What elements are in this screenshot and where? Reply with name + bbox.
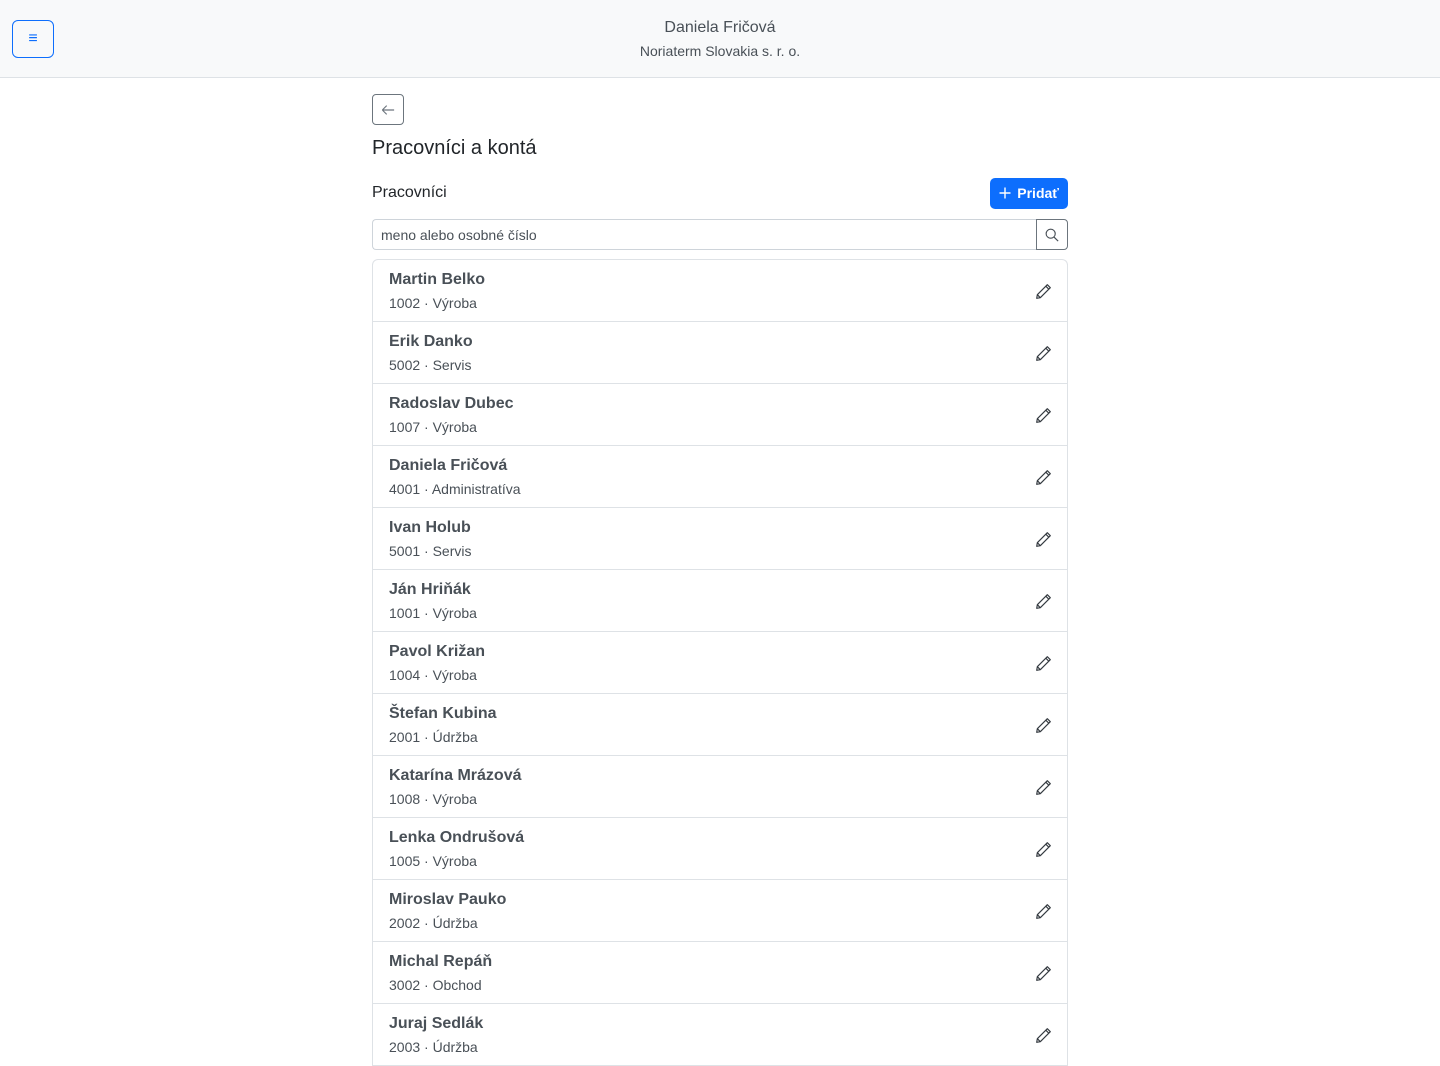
worker-name: Pavol Križan: [389, 643, 486, 660]
search-button[interactable]: [1036, 219, 1068, 250]
search-input[interactable]: [372, 219, 1036, 250]
edit-icon[interactable]: [1033, 715, 1053, 735]
worker-details: 1001 · Výroba: [389, 605, 477, 621]
worker-details: 1005 · Výroba: [389, 853, 477, 869]
workers-list: Martin Belko 1002 · Výroba Erik Danko 50…: [372, 259, 1068, 1066]
edit-icon[interactable]: [1033, 281, 1053, 301]
worker-details: 5002 · Servis: [389, 357, 472, 373]
worker-name: Erik Danko: [389, 333, 473, 350]
user-name: Daniela Fričová: [664, 19, 776, 36]
list-item[interactable]: Štefan Kubina 2001 · Údržba: [373, 694, 1067, 756]
worker-name: Juraj Sedlák: [389, 1015, 484, 1032]
company-name: Noriaterm Slovakia s. r. o.: [639, 43, 801, 59]
list-item[interactable]: Miroslav Pauko 2002 · Údržba: [373, 880, 1067, 942]
add-worker-button[interactable]: Pridať: [990, 177, 1068, 209]
list-item[interactable]: Ján Hriňák 1001 · Výroba: [373, 570, 1067, 632]
worker-name: Ján Hriňák: [389, 581, 471, 598]
list-item[interactable]: Martin Belko 1002 · Výroba: [373, 260, 1067, 322]
edit-icon[interactable]: [1033, 777, 1053, 797]
user-info: Daniela Fričová Noriaterm Slovakia s. r.…: [0, 17, 1440, 62]
edit-icon[interactable]: [1033, 653, 1053, 673]
list-item[interactable]: Juraj Sedlák 2003 · Údržba: [373, 1004, 1067, 1066]
plus-icon: [999, 187, 1011, 199]
section-title: Pracovníci: [372, 184, 447, 201]
worker-name: Lenka Ondrušová: [389, 829, 525, 846]
worker-details: 1007 · Výroba: [389, 419, 477, 435]
worker-name: Martin Belko: [389, 271, 486, 288]
worker-name: Ivan Holub: [389, 519, 471, 536]
back-button[interactable]: [372, 94, 404, 125]
arrow-left-icon: [381, 104, 395, 115]
worker-details: 1008 · Výroba: [389, 791, 477, 807]
top-navbar: ≡ Daniela Fričová Noriaterm Slovakia s. …: [0, 0, 1440, 78]
edit-icon[interactable]: [1033, 405, 1053, 425]
list-item[interactable]: Katarína Mrázová 1008 · Výroba: [373, 756, 1067, 818]
edit-icon[interactable]: [1033, 591, 1053, 611]
search-bar: [372, 219, 1068, 250]
list-item[interactable]: Michal Repáň 3002 · Obchod: [373, 942, 1067, 1004]
edit-icon[interactable]: [1033, 963, 1053, 983]
worker-details: 1002 · Výroba: [389, 295, 477, 311]
edit-icon[interactable]: [1033, 467, 1053, 487]
edit-icon[interactable]: [1033, 901, 1053, 921]
worker-details: 5001 · Servis: [389, 543, 472, 559]
worker-name: Daniela Fričová: [389, 457, 508, 474]
edit-icon[interactable]: [1033, 839, 1053, 859]
list-item[interactable]: Pavol Križan 1004 · Výroba: [373, 632, 1067, 694]
list-item[interactable]: Lenka Ondrušová 1005 · Výroba: [373, 818, 1067, 880]
list-item[interactable]: Erik Danko 5002 · Servis: [373, 322, 1067, 384]
list-item[interactable]: Daniela Fričová 4001 · Administratíva: [373, 446, 1067, 508]
edit-icon[interactable]: [1033, 343, 1053, 363]
worker-name: Michal Repáň: [389, 953, 493, 970]
search-icon: [1045, 228, 1059, 242]
edit-icon[interactable]: [1033, 1025, 1053, 1045]
edit-icon[interactable]: [1033, 529, 1053, 549]
worker-name: Miroslav Pauko: [389, 891, 507, 908]
worker-details: 2003 · Údržba: [389, 1039, 478, 1055]
main-content: Pracovníci a kontá Pracovníci Pridať Mar…: [372, 94, 1068, 1066]
worker-name: Katarína Mrázová: [389, 767, 522, 784]
worker-name: Radoslav Dubec: [389, 395, 514, 412]
workers-section-header: Pracovníci Pridať: [372, 177, 1068, 209]
worker-name: Štefan Kubina: [389, 705, 497, 722]
list-item[interactable]: Ivan Holub 5001 · Servis: [373, 508, 1067, 570]
worker-details: 1004 · Výroba: [389, 667, 477, 683]
worker-details: 4001 · Administratíva: [389, 481, 521, 497]
worker-details: 2001 · Údržba: [389, 729, 478, 745]
worker-details: 3002 · Obchod: [389, 977, 482, 993]
list-item[interactable]: Radoslav Dubec 1007 · Výroba: [373, 384, 1067, 446]
page-title: Pracovníci a kontá: [372, 137, 537, 159]
add-button-label: Pridať: [1017, 185, 1059, 201]
worker-details: 2002 · Údržba: [389, 915, 478, 931]
